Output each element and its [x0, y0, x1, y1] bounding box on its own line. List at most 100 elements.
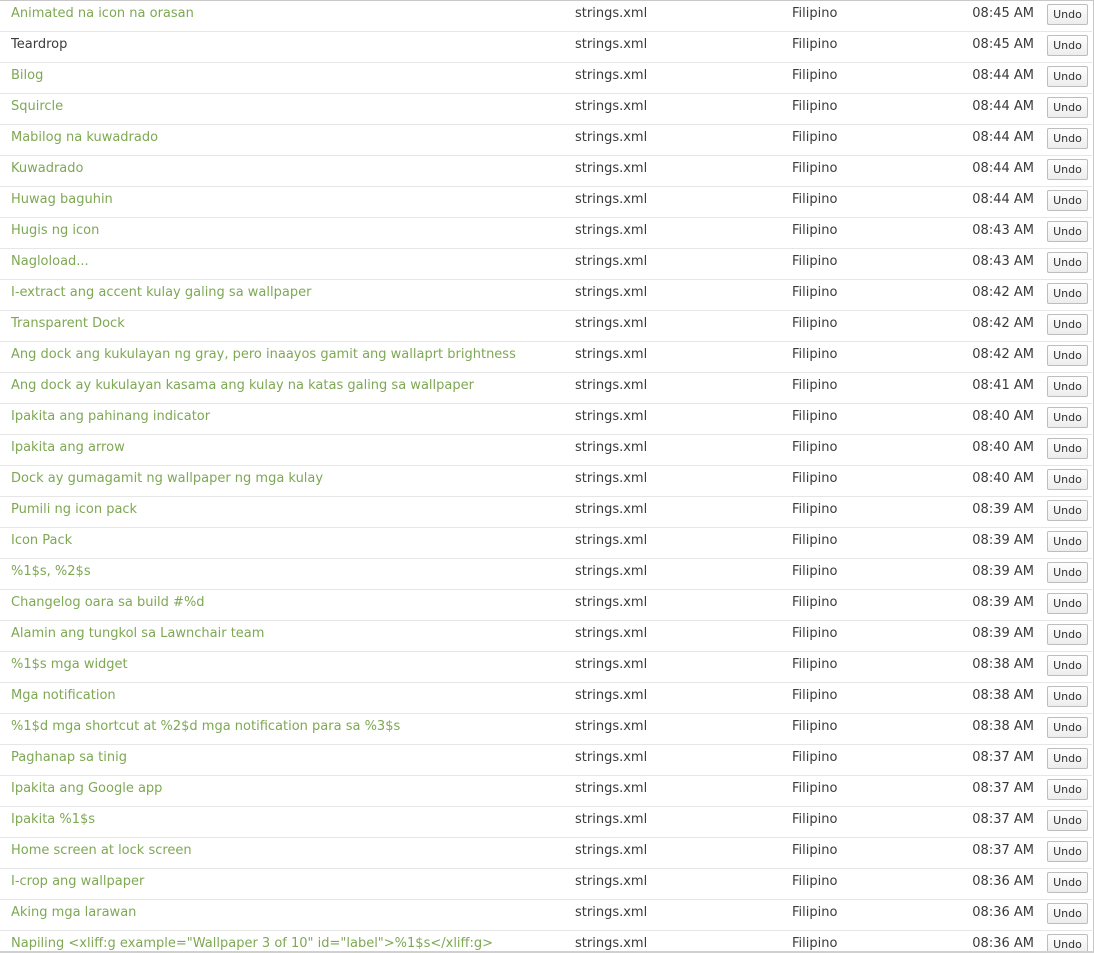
string-link[interactable]: Mga notification — [11, 683, 561, 713]
undo-button[interactable]: Undo — [1047, 655, 1088, 676]
undo-button[interactable]: Undo — [1047, 252, 1088, 273]
file-name: strings.xml — [575, 99, 648, 114]
table-row: %1$s, %2$s strings.xml Filipino 08:39 AM Und… — [0, 559, 1092, 590]
language-label: Filipino — [792, 657, 838, 672]
string-link[interactable]: Napiling <xliff:g example="Wallpaper 3 o… — [11, 931, 561, 953]
table-row: Ipakita ang pahinang indicator strings.xm… — [0, 404, 1092, 435]
string-link[interactable]: Mabilog na kuwadrado — [11, 125, 561, 155]
timestamp: 08:36 AM — [972, 905, 1034, 920]
undo-button[interactable]: Undo — [1047, 376, 1088, 397]
table-row: Hugis ng icon strings.xml Filipino 08:43 AM… — [0, 218, 1092, 249]
string-link[interactable]: Ang dock ang kukulayan ng gray, pero ina… — [11, 342, 561, 372]
language-label: Filipino — [792, 750, 838, 765]
undo-button[interactable]: Undo — [1047, 407, 1088, 428]
string-link[interactable]: Ang dock ay kukulayan kasama ang kulay n… — [11, 373, 561, 403]
undo-button[interactable]: Undo — [1047, 903, 1088, 924]
undo-button[interactable]: Undo — [1047, 717, 1088, 738]
undo-button[interactable]: Undo — [1047, 35, 1088, 56]
undo-button[interactable]: Undo — [1047, 500, 1088, 521]
undo-button[interactable]: Undo — [1047, 810, 1088, 831]
table-row: Changelog oara sa build #%d strings.xml Fi… — [0, 590, 1092, 621]
string-link[interactable]: Changelog oara sa build #%d — [11, 590, 561, 620]
language-label: Filipino — [792, 440, 838, 455]
undo-button[interactable]: Undo — [1047, 593, 1088, 614]
undo-button[interactable]: Undo — [1047, 531, 1088, 552]
undo-button[interactable]: Undo — [1047, 97, 1088, 118]
undo-button[interactable]: Undo — [1047, 159, 1088, 180]
table-row: Alamin ang tungkol sa Lawnchair team stri… — [0, 621, 1092, 652]
file-name: strings.xml — [575, 688, 648, 703]
file-name: strings.xml — [575, 843, 648, 858]
table-row: I-crop ang wallpaper strings.xml Filipino 0… — [0, 869, 1092, 900]
undo-button[interactable]: Undo — [1047, 438, 1088, 459]
string-link[interactable]: Hugis ng icon — [11, 218, 561, 248]
undo-button[interactable]: Undo — [1047, 624, 1088, 645]
change-history-table: Animated na icon na orasan strings.xml Fil… — [0, 0, 1094, 953]
string-link[interactable]: Huwag baguhin — [11, 187, 561, 217]
undo-button[interactable]: Undo — [1047, 221, 1088, 242]
string-link[interactable]: Kuwadrado — [11, 156, 561, 186]
string-link[interactable]: Nagloload... — [11, 249, 561, 279]
string-link[interactable]: I-extract ang accent kulay galing sa wal… — [11, 280, 561, 310]
string-link[interactable]: %1$d mga shortcut at %2$d mga notificati… — [11, 714, 561, 744]
file-name: strings.xml — [575, 223, 648, 238]
language-label: Filipino — [792, 347, 838, 362]
table-row: Animated na icon na orasan strings.xml Fil… — [0, 1, 1092, 32]
undo-button[interactable]: Undo — [1047, 779, 1088, 800]
string-link[interactable]: Dock ay gumagamit ng wallpaper ng mga ku… — [11, 466, 561, 496]
timestamp: 08:41 AM — [972, 378, 1034, 393]
file-name: strings.xml — [575, 161, 648, 176]
table-row: Ipakita %1$s strings.xml Filipino 08:37 AM U… — [0, 807, 1092, 838]
string-link[interactable]: Icon Pack — [11, 528, 561, 558]
undo-button[interactable]: Undo — [1047, 4, 1088, 25]
table-row: Mabilog na kuwadrado strings.xml Filipino 0… — [0, 125, 1092, 156]
timestamp: 08:44 AM — [972, 99, 1034, 114]
file-name: strings.xml — [575, 6, 648, 21]
string-link[interactable]: Animated na icon na orasan — [11, 1, 561, 31]
string-link[interactable]: %1$s mga widget — [11, 652, 561, 682]
table-row: Kuwadrado strings.xml Filipino 08:44 AM Undo — [0, 156, 1092, 187]
undo-button[interactable]: Undo — [1047, 190, 1088, 211]
undo-button[interactable]: Undo — [1047, 345, 1088, 366]
timestamp: 08:37 AM — [972, 843, 1034, 858]
string-link[interactable]: I-crop ang wallpaper — [11, 869, 561, 899]
timestamp: 08:37 AM — [972, 812, 1034, 827]
table-row: %1$s mga widget strings.xml Filipino 08:38 … — [0, 652, 1092, 683]
undo-button[interactable]: Undo — [1047, 128, 1088, 149]
language-label: Filipino — [792, 936, 838, 951]
string-link[interactable]: Squircle — [11, 94, 561, 124]
string-link[interactable]: %1$s, %2$s — [11, 559, 561, 589]
undo-button[interactable]: Undo — [1047, 872, 1088, 893]
undo-button[interactable]: Undo — [1047, 283, 1088, 304]
undo-button[interactable]: Undo — [1047, 562, 1088, 583]
language-label: Filipino — [792, 68, 838, 83]
string-link[interactable]: Ipakita ang arrow — [11, 435, 561, 465]
undo-button[interactable]: Undo — [1047, 748, 1088, 769]
language-label: Filipino — [792, 533, 838, 548]
language-label: Filipino — [792, 161, 838, 176]
table-row: Transparent Dock strings.xml Filipino 08:42… — [0, 311, 1092, 342]
string-link[interactable]: Ipakita %1$s — [11, 807, 561, 837]
string-link[interactable]: Bilog — [11, 63, 561, 93]
table-row: Icon Pack strings.xml Filipino 08:39 AM Undo — [0, 528, 1092, 559]
undo-button[interactable]: Undo — [1047, 469, 1088, 490]
string-link[interactable]: Pumili ng icon pack — [11, 497, 561, 527]
table-row: Dock ay gumagamit ng wallpaper ng mga ku… — [0, 466, 1092, 497]
string-link[interactable]: Ipakita ang Google app — [11, 776, 561, 806]
string-link[interactable]: Transparent Dock — [11, 311, 561, 341]
string-link[interactable]: Ipakita ang pahinang indicator — [11, 404, 561, 434]
file-name: strings.xml — [575, 409, 648, 424]
language-label: Filipino — [792, 688, 838, 703]
file-name: strings.xml — [575, 564, 648, 579]
string-link[interactable]: Aking mga larawan — [11, 900, 561, 930]
undo-button[interactable]: Undo — [1047, 314, 1088, 335]
table-row: Ipakita ang arrow strings.xml Filipino 08:4… — [0, 435, 1092, 466]
undo-button[interactable]: Undo — [1047, 841, 1088, 862]
string-link[interactable]: Home screen at lock screen — [11, 838, 561, 868]
string-link[interactable]: Alamin ang tungkol sa Lawnchair team — [11, 621, 561, 651]
table-row: Ipakita ang Google app strings.xml Filipin… — [0, 776, 1092, 807]
string-link[interactable]: Teardrop — [11, 32, 561, 62]
undo-button[interactable]: Undo — [1047, 66, 1088, 87]
string-link[interactable]: Paghanap sa tinig — [11, 745, 561, 775]
undo-button[interactable]: Undo — [1047, 686, 1088, 707]
